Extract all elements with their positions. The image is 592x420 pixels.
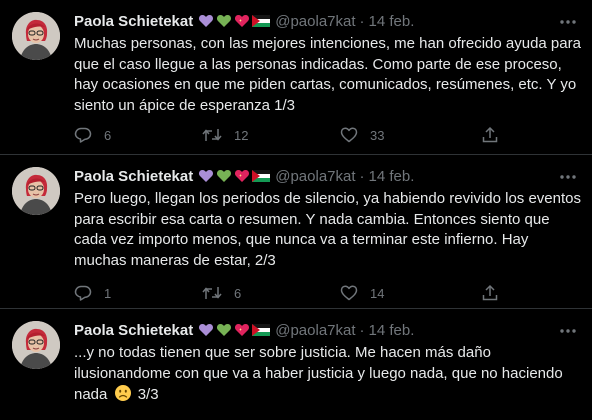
reply-icon — [74, 285, 92, 301]
more-options-button[interactable] — [558, 12, 578, 32]
tweet-header: Paola Schietekat @paola7kat · 14 feb. — [74, 166, 552, 186]
reply-button[interactable]: 1 — [74, 284, 111, 302]
heart-outline-icon — [340, 285, 358, 301]
separator-dot: · — [359, 167, 365, 185]
purple-heart-icon — [199, 324, 214, 336]
retweet-button[interactable]: 6 — [202, 284, 241, 302]
sparkling-heart-icon — [235, 324, 250, 336]
author-name[interactable]: Paola Schietekat — [74, 13, 193, 30]
reply-count: 1 — [104, 285, 112, 301]
tweet-date[interactable]: 14 feb. — [369, 168, 415, 185]
more-horizontal-icon — [560, 175, 576, 179]
retweet-count: 12 — [234, 127, 249, 143]
tweet-text: ...y no todas tienen que ser sobre justi… — [74, 343, 584, 406]
avatar-image — [12, 12, 60, 60]
tweet-text: Muchas personas, con las mejores intenci… — [74, 35, 581, 114]
retweet-icon — [202, 129, 222, 141]
tweet-text-suffix: 3/3 — [137, 386, 159, 403]
more-horizontal-icon — [560, 329, 576, 333]
reply-button[interactable]: 6 — [74, 126, 111, 144]
sparkling-heart-icon — [235, 15, 250, 27]
green-heart-icon — [217, 170, 232, 182]
name-emojis — [198, 322, 271, 338]
tweet[interactable]: Paola Schietekat @paola7kat · 14 feb. Pe… — [0, 155, 592, 309]
author-handle[interactable]: @paola7kat — [275, 168, 355, 185]
tweet[interactable]: Paola Schietekat @paola7kat · 14 feb. ..… — [0, 309, 592, 420]
avatar[interactable] — [12, 167, 60, 215]
palestine-flag-icon — [252, 15, 271, 27]
palestine-flag-icon — [252, 324, 271, 336]
more-options-button[interactable] — [558, 167, 578, 187]
share-button[interactable] — [481, 126, 499, 144]
avatar[interactable] — [12, 321, 60, 369]
like-button[interactable]: 14 — [340, 284, 384, 302]
separator-dot: · — [359, 321, 365, 339]
avatar[interactable] — [12, 12, 60, 60]
name-emojis — [198, 13, 271, 29]
reply-icon — [74, 127, 92, 143]
green-heart-icon — [217, 15, 232, 27]
author-name[interactable]: Paola Schietekat — [74, 168, 193, 185]
author-handle[interactable]: @paola7kat — [275, 13, 355, 30]
avatar-image — [12, 167, 60, 215]
tweet-date[interactable]: 14 feb. — [369, 13, 415, 30]
thread-feed: Paola Schietekat @paola7kat · 14 feb. Mu… — [0, 0, 592, 420]
share-upload-icon — [482, 284, 498, 301]
like-count: 33 — [370, 127, 385, 143]
green-heart-icon — [217, 324, 232, 336]
more-options-button[interactable] — [558, 321, 578, 341]
palestine-flag-icon — [252, 170, 271, 182]
tweet-text: Pero luego, llegan los periodos de silen… — [74, 190, 581, 269]
purple-heart-icon — [199, 15, 214, 27]
share-upload-icon — [482, 126, 498, 143]
tweet-actions: 6 12 33 — [74, 125, 544, 145]
tweet-date[interactable]: 14 feb. — [369, 322, 415, 339]
like-button[interactable]: 33 — [340, 126, 384, 144]
like-count: 14 — [370, 285, 385, 301]
retweet-count: 6 — [234, 285, 242, 301]
reply-count: 6 — [104, 127, 112, 143]
separator-dot: · — [359, 12, 365, 30]
author-handle[interactable]: @paola7kat — [275, 322, 355, 339]
author-name[interactable]: Paola Schietekat — [74, 322, 193, 339]
heart-outline-icon — [340, 127, 358, 143]
tweet-header: Paola Schietekat @paola7kat · 14 feb. — [74, 11, 552, 31]
avatar-image — [12, 321, 60, 369]
retweet-icon — [202, 287, 222, 299]
retweet-button[interactable]: 12 — [202, 126, 248, 144]
more-horizontal-icon — [560, 20, 576, 24]
name-emojis — [198, 168, 271, 184]
tweet[interactable]: Paola Schietekat @paola7kat · 14 feb. Mu… — [0, 0, 592, 155]
tweet-actions: 1 6 14 — [74, 283, 544, 303]
purple-heart-icon — [199, 170, 214, 182]
tweet-header: Paola Schietekat @paola7kat · 14 feb. — [74, 320, 552, 340]
share-button[interactable] — [481, 284, 499, 302]
sparkling-heart-icon — [235, 170, 250, 182]
slightly-frowning-face-icon — [114, 385, 131, 401]
